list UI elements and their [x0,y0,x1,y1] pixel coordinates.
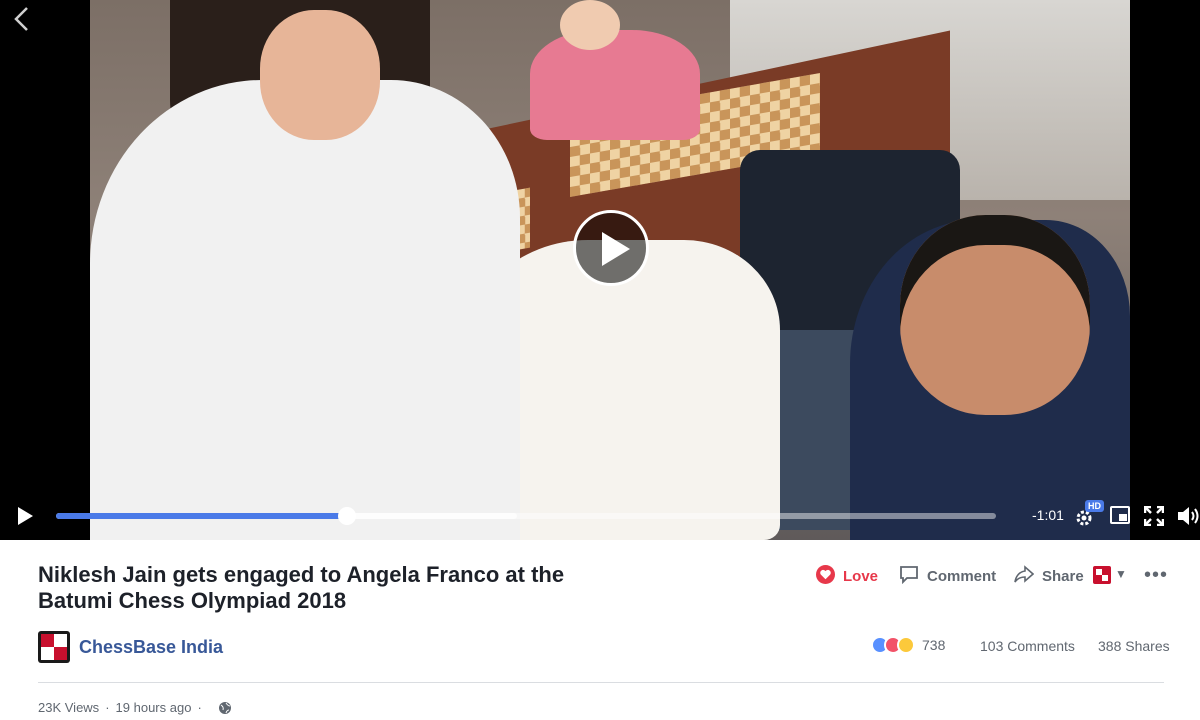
more-options-icon[interactable]: ••• [1144,564,1168,587]
shares-count-link[interactable]: 388 Shares [1098,638,1170,654]
separator-dot: · [105,700,110,715]
picture-in-picture-icon[interactable] [1110,506,1130,524]
progress-scrubber[interactable] [338,507,357,525]
scene-man-head [900,215,1090,415]
scene-woman [90,80,520,540]
comment-label: Comment [927,567,997,585]
separator-dot: · [197,700,202,715]
love-button[interactable]: Love [816,564,878,588]
hd-badge: HD [1085,500,1104,512]
post-title: Niklesh Jain gets engaged to Angela Fran… [38,562,565,613]
wow-reaction-icon [897,636,915,654]
reactions-summary[interactable]: 738 [871,636,945,654]
scene-player-face [560,0,620,50]
page-name-link[interactable]: ChessBase India [79,637,223,658]
love-label: Love [843,567,879,585]
share-button[interactable]: Share [1014,564,1084,588]
fullscreen-icon[interactable] [1143,505,1165,527]
page-logo[interactable] [38,631,70,663]
play-icon [602,232,630,266]
view-count: 23K Views [38,700,100,715]
comments-count-link[interactable]: 103 Comments [980,638,1075,654]
heart-icon [816,564,835,588]
share-label: Share [1042,567,1084,585]
comment-icon [899,564,919,588]
scene-player [530,30,700,140]
time-remaining: -1:01 [1032,507,1064,523]
video-controls: -1:01 HD [0,496,1200,536]
back-chevron-icon[interactable] [12,6,32,32]
divider [38,682,1164,683]
timestamp[interactable]: 19 hours ago [116,700,192,715]
post-meta: 23K Views · 19 hours ago · [38,700,232,715]
progress-bar[interactable] [56,507,996,525]
volume-icon[interactable] [1178,506,1200,526]
globe-icon[interactable] [218,701,232,715]
reaction-count: 738 [922,637,946,653]
comment-button[interactable]: Comment [899,564,996,588]
play-button[interactable] [16,506,34,526]
share-arrow-icon [1014,564,1035,588]
scene-woman-face [260,10,380,140]
video-player[interactable]: -1:01 HD [0,0,1200,540]
chevron-down-icon[interactable]: ▼ [1115,567,1127,581]
progress-played [56,513,348,519]
big-play-button[interactable] [573,210,649,286]
page-avatar-icon[interactable] [1093,566,1111,584]
play-icon [18,507,33,525]
